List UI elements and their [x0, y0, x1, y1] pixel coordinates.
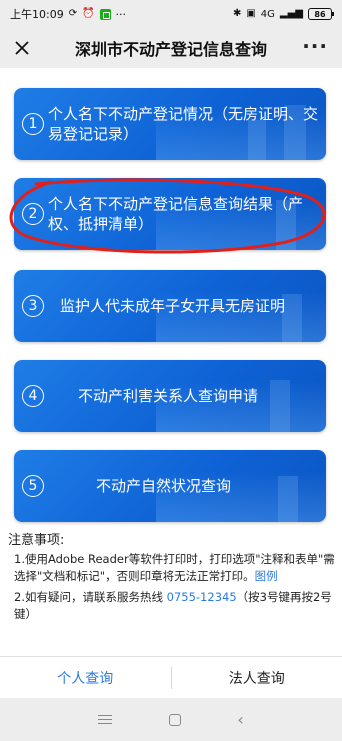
menu-item-label: 个人名下不动产登记信息查询结果（产权、抵押清单）	[48, 195, 304, 233]
building-decoration	[270, 380, 290, 432]
back-icon[interactable]: ‹	[237, 711, 243, 728]
status-time: 上午10:09	[10, 8, 64, 21]
more-options-button[interactable]: ···	[302, 36, 328, 56]
status-bar: 上午10:09 ⟳ ⏰ ··· ✱ ▣ 4G ▂▄▆ 86	[0, 0, 342, 28]
number-badge: 3	[22, 295, 44, 317]
tab-legal-query[interactable]: 法人查询	[172, 668, 342, 688]
page-title: 深圳市不动产登记信息查询	[74, 40, 267, 59]
nfc-icon: ▣	[246, 8, 256, 19]
notice-item-2: 2.如有疑问，请联系服务热线 0755-12345（按3号键再按2号键）	[14, 589, 338, 623]
close-icon[interactable]	[10, 36, 34, 60]
bottom-tab-bar: 个人查询 法人查询	[0, 656, 342, 698]
hotline-link[interactable]: 0755-12345	[167, 590, 237, 604]
menu-item-label: 监护人代未成年子女开具无房证明	[60, 297, 286, 315]
notice-item-2-prefix: 2.如有疑问，请联系服务热线	[14, 590, 167, 604]
alarm-icon: ⏰	[82, 8, 95, 19]
menu-item-1[interactable]: 1 个人名下不动产登记情况（无房证明、交易登记记录）	[14, 88, 326, 160]
home-icon[interactable]	[168, 713, 181, 726]
bluetooth-icon: ✱	[232, 8, 242, 19]
menu-item-label: 不动产利害关系人查询申请	[78, 387, 259, 405]
number-badge: 4	[22, 385, 44, 407]
notice-title: 注意事项:	[8, 533, 65, 548]
notice-section: 注意事项: 1.使用Adobe Reader等软件打印时，打印选项"注释和表单"…	[8, 532, 338, 623]
menu-item-2[interactable]: 2 个人名下不动产登记信息查询结果（产权、抵押清单）	[14, 178, 326, 250]
number-badge: 5	[22, 475, 44, 497]
legend-link[interactable]: 图例	[255, 569, 278, 583]
app-icon	[99, 8, 111, 20]
number-badge: 1	[22, 113, 44, 135]
main-content: 1 个人名下不动产登记情况（无房证明、交易登记记录） 2 个人名下不动产登记信息…	[0, 68, 342, 656]
title-bar: 深圳市不动产登记信息查询 ···	[0, 28, 342, 68]
battery-icon: 86	[308, 8, 334, 20]
menu-item-5[interactable]: 5 不动产自然状况查询	[14, 450, 326, 522]
menu-item-3[interactable]: 3 监护人代未成年子女开具无房证明	[14, 270, 326, 342]
sync-icon: ⟳	[68, 8, 78, 19]
status-left: 上午10:09 ⟳ ⏰ ···	[10, 6, 126, 22]
status-right: ✱ ▣ 4G ▂▄▆ 86	[232, 8, 334, 20]
system-nav-bar: ‹	[0, 698, 342, 741]
battery-level: 86	[314, 9, 326, 19]
menu-item-4[interactable]: 4 不动产利害关系人查询申请	[14, 360, 326, 432]
menu-icon[interactable]	[98, 714, 113, 725]
status-dots: ···	[115, 7, 127, 21]
notice-item-1: 1.使用Adobe Reader等软件打印时，打印选项"注释和表单"需选择"文档…	[14, 551, 338, 585]
menu-item-label: 不动产自然状况查询	[96, 477, 232, 495]
notice-item-1-text: 1.使用Adobe Reader等软件打印时，打印选项"注释和表单"需选择"文档…	[14, 552, 335, 583]
number-badge: 2	[22, 203, 44, 225]
signal-icon: ▂▄▆	[279, 8, 303, 19]
building-decoration	[278, 476, 298, 522]
tab-personal-query[interactable]: 个人查询	[0, 668, 171, 688]
menu-item-label: 个人名下不动产登记情况（无房证明、交易登记记录）	[48, 105, 319, 143]
network-type: 4G	[260, 8, 275, 20]
